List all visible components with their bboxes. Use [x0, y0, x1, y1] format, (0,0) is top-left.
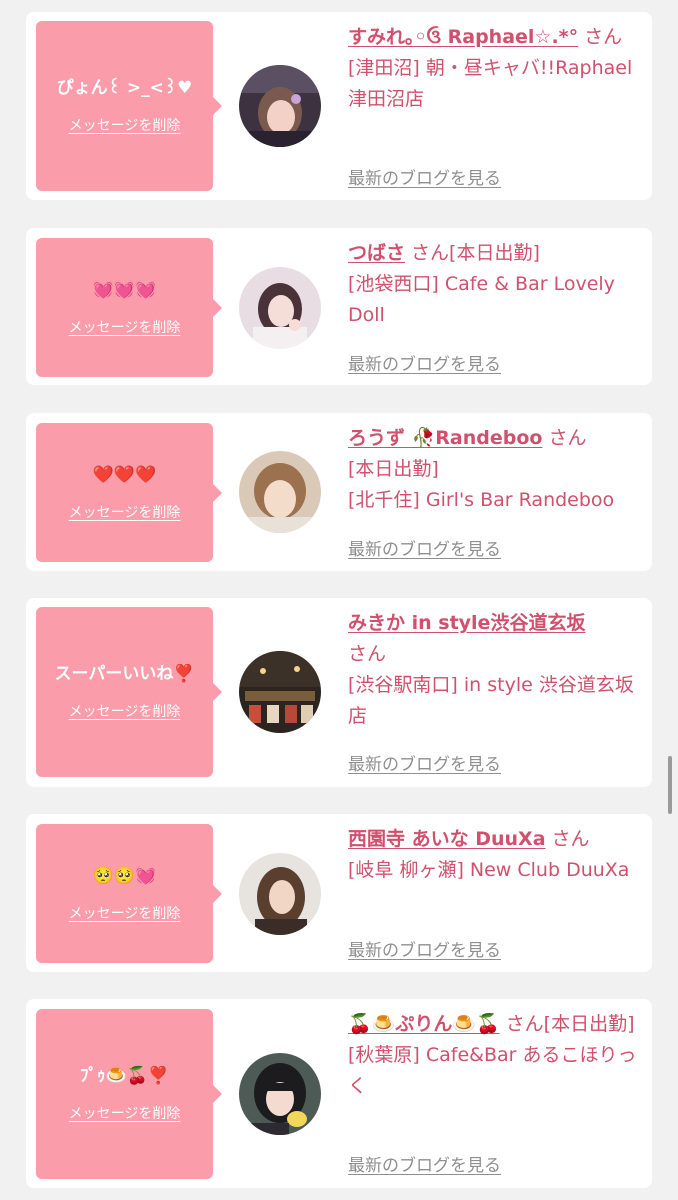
- cast-name-link[interactable]: すみれ｡◦ઉ Raphael☆.*°: [348, 26, 578, 48]
- message-bubble: ぴょん꒰ >_<꒱♥ メッセージを削除: [36, 21, 222, 191]
- avatar[interactable]: [239, 651, 321, 733]
- cast-info: 🍒🍮ぷりん🍮🍒 さん[本日出勤] [秋葉原] Cafe&Bar あるこほりっく: [348, 1009, 644, 1102]
- honorific: さん: [584, 26, 623, 48]
- cast-info: みきか in style渋谷道玄坂 さん [渋谷駅南口] in style 渋谷…: [348, 608, 644, 732]
- message-bubble: 🥺🥺💓 メッセージを削除: [36, 824, 222, 963]
- avatar[interactable]: [239, 1053, 321, 1135]
- delete-message-link[interactable]: メッセージを削除: [69, 317, 181, 337]
- cast-name-link[interactable]: ろうず 🥀Randeboo: [348, 427, 542, 449]
- message-text: ❤️❤️❤️: [92, 464, 157, 485]
- cast-info: すみれ｡◦ઉ Raphael☆.*° さん [津田沼] 朝・昼キャバ!!Rapha…: [348, 22, 644, 115]
- status-suffix: [本日出勤]: [348, 458, 439, 480]
- delete-message-link[interactable]: メッセージを削除: [69, 502, 181, 522]
- cast-name-link[interactable]: つばさ: [348, 242, 405, 264]
- cast-info: ろうず 🥀Randeboo さん [本日出勤] [北千住] Girl's Bar …: [348, 423, 644, 516]
- latest-blog-link[interactable]: 最新のブログを見る: [348, 750, 501, 775]
- message-text: ﾌﾟｩ🍮🍒❣️: [79, 1066, 169, 1086]
- message-bubble: ❤️❤️❤️ メッセージを削除: [36, 423, 222, 562]
- shop-name: [池袋西口] Cafe & Bar Lovely Doll: [348, 273, 615, 326]
- honorific: さん: [348, 643, 387, 665]
- latest-blog-link[interactable]: 最新のブログを見る: [348, 936, 501, 961]
- delete-message-link[interactable]: メッセージを削除: [69, 701, 181, 721]
- honorific: さん: [548, 427, 587, 449]
- message-bubble: 💓💓💓 メッセージを削除: [36, 238, 222, 377]
- latest-blog-link[interactable]: 最新のブログを見る: [348, 535, 501, 560]
- message-card: ❤️❤️❤️ メッセージを削除 ろうず 🥀Randeboo さん [本日出勤] […: [26, 413, 652, 571]
- delete-message-link[interactable]: メッセージを削除: [69, 115, 181, 135]
- cast-name-link[interactable]: 西園寺 あいな DuuXa: [348, 828, 546, 850]
- shop-name: [岐阜 柳ヶ瀬] New Club DuuXa: [348, 859, 630, 881]
- shop-name: [津田沼] 朝・昼キャバ!!Raphael 津田沼店: [348, 57, 633, 110]
- message-card: 💓💓💓 メッセージを削除 つばさ さん[本日出勤] [池袋西口] Cafe & B…: [26, 228, 652, 385]
- delete-message-link[interactable]: メッセージを削除: [69, 1103, 181, 1123]
- message-card: ぴょん꒰ >_<꒱♥ メッセージを削除 すみれ｡◦ઉ Raphael☆.*° さん…: [26, 12, 652, 200]
- honorific: さん: [411, 242, 450, 264]
- message-text: 🥺🥺💓: [92, 865, 157, 886]
- status-suffix: [本日出勤]: [449, 242, 540, 264]
- message-card: 🥺🥺💓 メッセージを削除 西園寺 あいな DuuXa さん [岐阜 柳ヶ瀬] Ne…: [26, 814, 652, 972]
- honorific: さん: [505, 1013, 544, 1035]
- message-bubble: スーパーいいね❣️ メッセージを削除: [36, 607, 222, 777]
- shop-name: [北千住] Girl's Bar Randeboo: [348, 489, 615, 511]
- status-suffix: [本日出勤]: [543, 1013, 635, 1035]
- shop-name: [秋葉原] Cafe&Bar あるこほりっく: [348, 1044, 637, 1097]
- avatar[interactable]: [239, 267, 321, 349]
- cast-name-link[interactable]: みきか in style渋谷道玄坂: [348, 612, 585, 634]
- cast-info: 西園寺 あいな DuuXa さん [岐阜 柳ヶ瀬] New Club DuuXa: [348, 824, 644, 886]
- message-bubble: ﾌﾟｩ🍮🍒❣️ メッセージを削除: [36, 1009, 222, 1179]
- avatar[interactable]: [239, 451, 321, 533]
- latest-blog-link[interactable]: 最新のブログを見る: [348, 1151, 501, 1176]
- latest-blog-link[interactable]: 最新のブログを見る: [348, 350, 501, 375]
- message-text: スーパーいいね❣️: [54, 664, 195, 684]
- honorific: さん: [551, 828, 590, 850]
- message-text: ぴょん꒰ >_<꒱♥: [56, 78, 193, 98]
- scrollbar[interactable]: [668, 756, 672, 814]
- delete-message-link[interactable]: メッセージを削除: [69, 903, 181, 923]
- message-text: 💓💓💓: [92, 279, 157, 300]
- cast-info: つばさ さん[本日出勤] [池袋西口] Cafe & Bar Lovely Dol…: [348, 238, 644, 331]
- shop-name: [渋谷駅南口] in style 渋谷道玄坂店: [348, 674, 634, 727]
- cast-name-link[interactable]: 🍒🍮ぷりん🍮🍒: [348, 1013, 500, 1035]
- avatar[interactable]: [239, 853, 321, 935]
- latest-blog-link[interactable]: 最新のブログを見る: [348, 164, 501, 189]
- message-card: ﾌﾟｩ🍮🍒❣️ メッセージを削除 🍒🍮ぷりん🍮🍒 さん[本日出勤] [秋葉原] C…: [26, 999, 652, 1188]
- message-card: スーパーいいね❣️ メッセージを削除 みきか in style渋谷道玄坂 さん …: [26, 598, 652, 787]
- avatar[interactable]: [239, 65, 321, 147]
